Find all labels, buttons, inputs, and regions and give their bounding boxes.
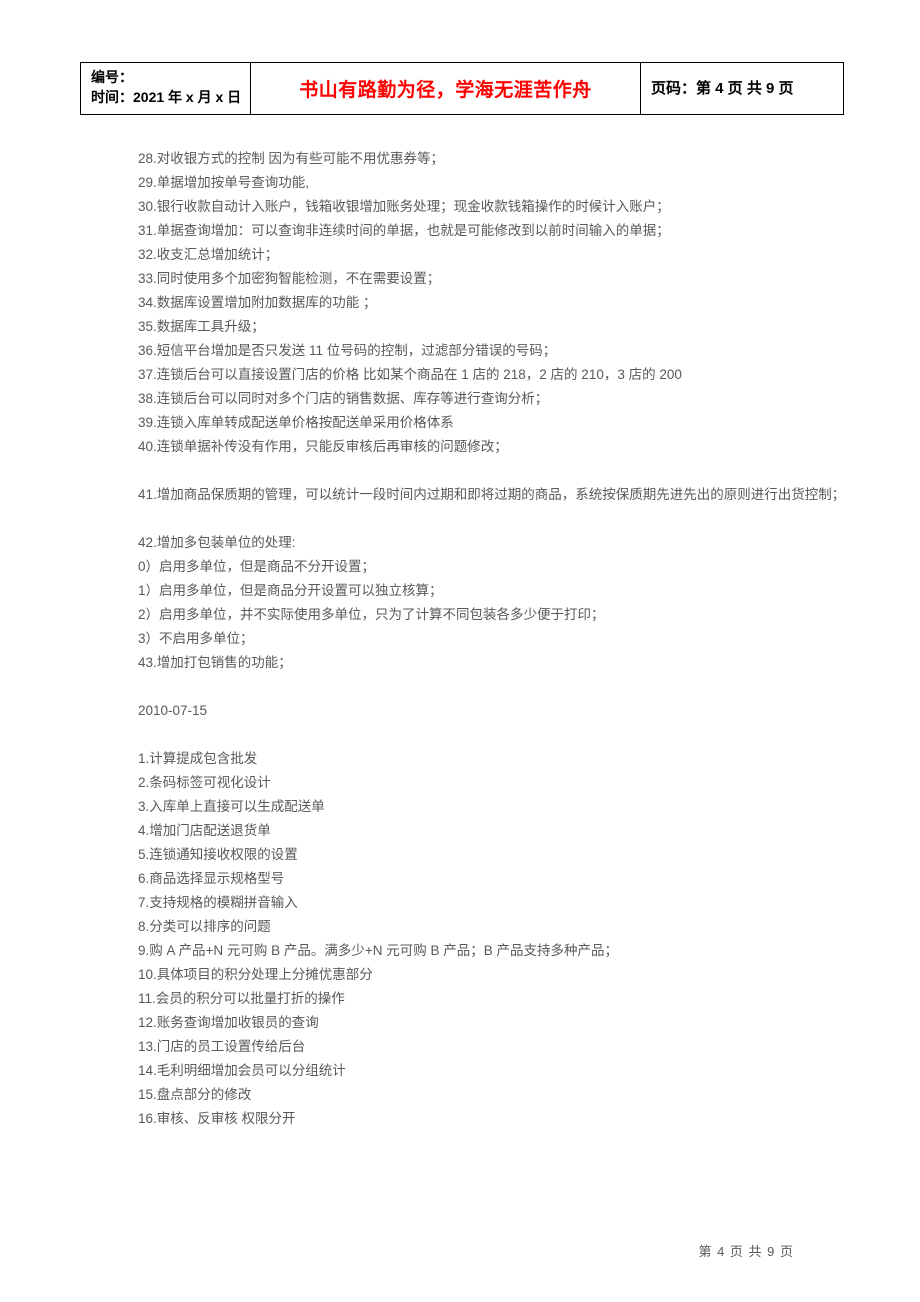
- body-line: 33.同时使用多个加密狗智能检测，不在需要设置；: [138, 267, 846, 291]
- body-line: 34.数据库设置增加附加数据库的功能 ；: [138, 291, 846, 315]
- document-body: 28.对收银方式的控制 因为有些可能不用优惠券等； 29.单据增加按单号查询功能…: [82, 115, 846, 1132]
- body-line: 11.会员的积分可以批量打折的操作: [138, 987, 846, 1011]
- body-line: 43.增加打包销售的功能；: [138, 651, 846, 675]
- body-line: 8.分类可以排序的问题: [138, 915, 846, 939]
- body-line: 1.计算提成包含批发: [138, 747, 846, 771]
- body-line: 13.门店的员工设置传给后台: [138, 1035, 846, 1059]
- body-line: 41.增加商品保质期的管理，可以统计一段时间内过期和即将过期的商品，系统按保质期…: [138, 483, 846, 507]
- body-line: 2.条码标签可视化设计: [138, 771, 846, 795]
- header-page-label: 页码：第 4 页 共 9 页: [651, 80, 794, 97]
- body-line: 14.毛利明细增加会员可以分组统计: [138, 1059, 846, 1083]
- body-line: 5.连锁通知接收权限的设置: [138, 843, 846, 867]
- body-line: 30.银行收款自动计入账户，钱箱收银增加账务处理；现金收款钱箱操作的时候计入账户…: [138, 195, 846, 219]
- body-line: 3.入库单上直接可以生成配送单: [138, 795, 846, 819]
- body-line: 6.商品选择显示规格型号: [138, 867, 846, 891]
- body-line: 1）启用多单位，但是商品分开设置可以独立核算；: [138, 579, 846, 603]
- blank-line: [138, 675, 846, 699]
- header-left-cell: 编号： 时间：2021 年 x 月 x 日: [81, 63, 251, 115]
- body-line: 36.短信平台增加是否只发送 11 位号码的控制，过滤部分错误的号码；: [138, 339, 846, 363]
- blank-line: [138, 723, 846, 747]
- body-line: 2010-07-15: [138, 699, 846, 723]
- header-center-cell: 书山有路勤为径，学海无涯苦作舟: [251, 63, 641, 115]
- body-line: 3）不启用多单位；: [138, 627, 846, 651]
- body-line: 29.单据增加按单号查询功能,: [138, 171, 846, 195]
- header-right-cell: 页码：第 4 页 共 9 页: [641, 63, 844, 115]
- body-line: 40.连锁单据补传没有作用，只能反审核后再审核的问题修改；: [138, 435, 846, 459]
- body-line: 42.增加多包装单位的处理:: [138, 531, 846, 555]
- body-line: 37.连锁后台可以直接设置门店的价格 比如某个商品在 1 店的 218，2 店的…: [138, 363, 846, 387]
- body-line: 10.具体项目的积分处理上分摊优惠部分: [138, 963, 846, 987]
- body-line: 38.连锁后台可以同时对多个门店的销售数据、库存等进行查询分析；: [138, 387, 846, 411]
- body-line: 7.支持规格的模糊拼音输入: [138, 891, 846, 915]
- body-line: 0）启用多单位，但是商品不分开设置；: [138, 555, 846, 579]
- body-line: 2）启用多单位，并不实际使用多单位，只为了计算不同包装各多少便于打印；: [138, 603, 846, 627]
- body-line: 16.审核、反审核 权限分开: [138, 1107, 846, 1131]
- doc-date-label: 时间：2021 年 x 月 x 日: [91, 87, 242, 107]
- blank-line: [138, 507, 846, 531]
- page-footer: 第 4 页 共 9 页: [698, 1241, 794, 1260]
- body-line: 9.购 A 产品+N 元可购 B 产品。满多少+N 元可购 B 产品；B 产品支…: [138, 939, 846, 963]
- body-line: 15.盘点部分的修改: [138, 1083, 846, 1107]
- body-line: 31.单据查询增加：可以查询非连续时间的单据，也就是可能修改到以前时间输入的单据…: [138, 219, 846, 243]
- body-line: 32.收支汇总增加统计；: [138, 243, 846, 267]
- body-line: 4.增加门店配送退货单: [138, 819, 846, 843]
- body-line: 28.对收银方式的控制 因为有些可能不用优惠券等；: [138, 147, 846, 171]
- blank-line: [138, 459, 846, 483]
- body-line: 35.数据库工具升级；: [138, 315, 846, 339]
- body-line: 39.连锁入库单转成配送单价格按配送单采用价格体系: [138, 411, 846, 435]
- doc-number-label: 编号：: [91, 67, 242, 87]
- document-page: 编号： 时间：2021 年 x 月 x 日 书山有路勤为径，学海无涯苦作舟 页码…: [0, 0, 920, 1302]
- body-line: 12.账务查询增加收银员的查询: [138, 1011, 846, 1035]
- header-table: 编号： 时间：2021 年 x 月 x 日 书山有路勤为径，学海无涯苦作舟 页码…: [80, 62, 844, 115]
- header-motto: 书山有路勤为径，学海无涯苦作舟: [299, 80, 592, 101]
